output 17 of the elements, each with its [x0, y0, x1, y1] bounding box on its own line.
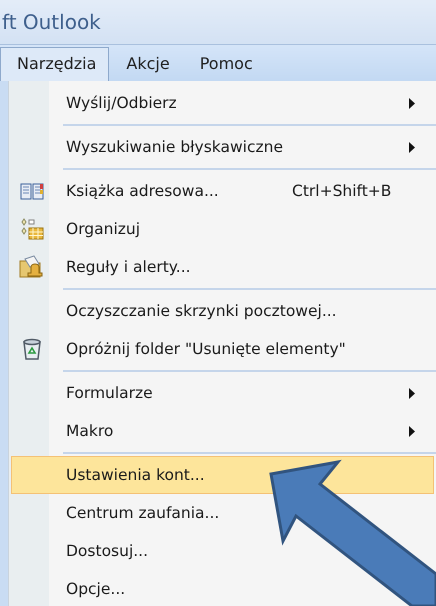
menu-item[interactable]: Reguły i alerty...	[11, 248, 202, 286]
menu-item[interactable]: Wyszukiwanie błyskawiczne	[11, 128, 434, 166]
menu-item[interactable]: Dostosuj...	[11, 532, 160, 570]
menu-bar-item[interactable]: Narzędzia	[0, 47, 110, 81]
menu-item[interactable]: Opcje...	[11, 570, 136, 606]
menu-item[interactable]: Książka adresowa... Ctrl+Shift+B	[11, 172, 434, 210]
menu-bar-item[interactable]: Pomoc	[186, 47, 266, 81]
menu-item[interactable]: Opróżnij folder "Usunięte elementy"	[11, 330, 357, 368]
menu-bar-item[interactable]: Akcje	[113, 47, 183, 81]
window-title: ft Outlook	[2, 10, 101, 34]
menu-item[interactable]: Organizuj	[11, 210, 152, 248]
menu-item[interactable]: Formularze	[11, 374, 434, 412]
menu-item[interactable]: Oczyszczanie skrzynki pocztowej...	[11, 292, 348, 330]
menu-item[interactable]: Centrum zaufania...	[11, 494, 230, 532]
menu-item[interactable]: Makro	[11, 412, 434, 450]
menu-item[interactable]: Ustawienia kont...	[11, 456, 434, 494]
menu-item[interactable]: Wyślij/Odbierz	[11, 84, 434, 122]
